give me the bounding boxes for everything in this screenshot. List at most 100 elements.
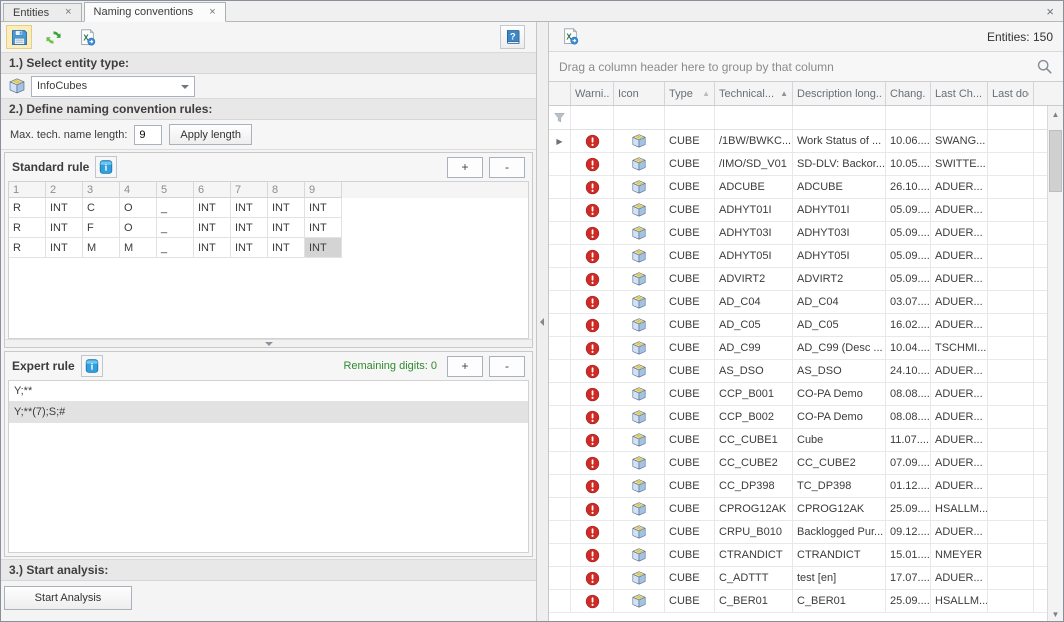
expert-rule-info-button[interactable]: i [81,355,103,377]
filter-cell[interactable] [988,106,1034,129]
refresh-button[interactable] [40,25,66,49]
standard-rule-cell[interactable]: INT [268,218,305,238]
scroll-down-icon[interactable]: ▼ [1048,606,1063,622]
start-analysis-button[interactable]: Start Analysis [4,586,132,610]
standard-rule-col-header[interactable]: 1 [9,182,46,198]
table-row[interactable]: CUBECC_DP398TC_DP39801.12....ADUER... [549,475,1063,498]
table-row[interactable]: CUBECCP_B001CO-PA Demo08.08....ADUER... [549,383,1063,406]
column-header-lastdoc[interactable]: Last doc. [988,82,1034,105]
table-row[interactable]: CUBECPROG12AKCPROG12AK25.09....HSALLM... [549,498,1063,521]
entity-type-dropdown[interactable]: InfoCubes [31,76,195,97]
standard-rule-cell[interactable]: INT [194,218,231,238]
table-row[interactable]: CUBE/IMO/SD_V01SD-DLV: Backor...10.05...… [549,153,1063,176]
tab-entities-close-icon[interactable]: × [65,7,71,18]
table-row[interactable]: CUBECCP_B002CO-PA Demo08.08....ADUER... [549,406,1063,429]
scroll-up-icon[interactable]: ▲ [1048,106,1063,122]
standard-rule-cell[interactable]: F [83,218,120,238]
table-row[interactable]: CUBEADVIRT2ADVIRT205.09....ADUER... [549,268,1063,291]
standard-rule-cell[interactable]: O [120,198,157,218]
help-button[interactable]: ? [500,25,525,49]
max-length-input[interactable] [134,125,162,145]
column-header-chang[interactable]: Chang... [886,82,931,105]
standard-rule-cell[interactable]: R [9,218,46,238]
standard-rule-cell[interactable]: INT [46,238,83,258]
standard-rule-cell[interactable]: INT [46,218,83,238]
scrollbar-thumb[interactable] [1049,130,1062,192]
standard-rule-cell[interactable]: INT [305,198,342,218]
filter-cell[interactable] [715,106,793,129]
column-header-lastch[interactable]: Last Ch... [931,82,988,105]
expert-rule-remove-button[interactable]: - [489,356,525,377]
standard-rule-collapse-splitter[interactable] [5,339,532,347]
vertical-scrollbar[interactable]: ▲ ▼ [1047,106,1063,622]
standard-rule-cell[interactable]: INT [305,218,342,238]
column-header-warni[interactable]: Warni... [571,82,614,105]
standard-rule-col-header[interactable]: 4 [120,182,157,198]
group-by-bar[interactable]: Drag a column header here to group by th… [549,52,1063,82]
standard-rule-cell[interactable]: _ [157,198,194,218]
filter-cell[interactable] [571,106,614,129]
table-row[interactable]: CUBECTRANDICTCTRANDICT15.01....NMEYER [549,544,1063,567]
standard-rule-col-header[interactable]: 2 [46,182,83,198]
standard-rule-cell[interactable]: INT [231,198,268,218]
standard-rule-cell[interactable]: R [9,238,46,258]
filter-cell[interactable] [665,106,715,129]
standard-rule-remove-button[interactable]: - [489,157,525,178]
table-row[interactable]: ▶CUBE/1BW/BWKC...Work Status of ...10.06… [549,130,1063,153]
column-header-technical[interactable]: Technical...▲ [715,82,793,105]
standard-rule-cell[interactable]: INT [194,238,231,258]
standard-rule-cell[interactable]: INT [46,198,83,218]
column-header-type[interactable]: Type▲ [665,82,715,105]
standard-rule-cell[interactable]: _ [157,218,194,238]
table-row[interactable]: CUBECC_CUBE1Cube11.07....ADUER... [549,429,1063,452]
tab-naming-conventions[interactable]: Naming conventions × [84,2,226,22]
column-header-descriptionlong[interactable]: Description long... [793,82,886,105]
table-row[interactable]: CUBEADHYT03IADHYT03I05.09....ADUER... [549,222,1063,245]
standard-rule-add-button[interactable]: + [447,157,483,178]
tab-entities[interactable]: Entities × [3,3,82,21]
table-row[interactable]: CUBECRPU_B010Backlogged Pur...09.12....A… [549,521,1063,544]
standard-rule-cell[interactable]: INT [194,198,231,218]
standard-rule-info-button[interactable]: i [95,156,117,178]
standard-rule-cell[interactable]: INT [268,238,305,258]
standard-rule-col-header[interactable]: 5 [157,182,194,198]
standard-rule-col-header[interactable]: 6 [194,182,231,198]
standard-rule-cell[interactable]: INT [231,238,268,258]
tab-naming-conventions-close-icon[interactable]: × [209,7,215,18]
save-button[interactable] [6,25,32,49]
export-excel-button[interactable]: X [74,25,100,49]
table-row[interactable]: CUBEADHYT05IADHYT05I05.09....ADUER... [549,245,1063,268]
expert-rule-row[interactable]: Y;** [9,381,528,402]
table-row[interactable]: CUBEAD_C99AD_C99 (Desc ...10.04....TSCHM… [549,337,1063,360]
search-icon[interactable] [1036,58,1053,75]
table-row[interactable]: CUBEAD_C05AD_C0516.02....ADUER... [549,314,1063,337]
standard-rule-col-header[interactable]: 7 [231,182,268,198]
table-row[interactable]: CUBEADCUBEADCUBE26.10....ADUER... [549,176,1063,199]
column-header-icon[interactable]: Icon [614,82,665,105]
standard-rule-col-header[interactable]: 8 [268,182,305,198]
table-row[interactable]: CUBEAS_DSOAS_DSO24.10....ADUER... [549,360,1063,383]
standard-rule-cell[interactable]: M [83,238,120,258]
standard-rule-col-header[interactable]: 3 [83,182,120,198]
standard-rule-cell[interactable]: INT [268,198,305,218]
filter-cell[interactable] [886,106,931,129]
standard-rule-cell[interactable]: R [9,198,46,218]
standard-rule-cell[interactable]: INT [305,238,342,258]
standard-rule-cell[interactable]: _ [157,238,194,258]
table-row[interactable]: CUBEC_ADTTTtest [en]17.07....ADUER... [549,567,1063,590]
table-row[interactable]: CUBEC_BER01C_BER0125.09....HSALLM... [549,590,1063,613]
expert-rule-add-button[interactable]: + [447,356,483,377]
apply-length-button[interactable]: Apply length [169,124,252,145]
standard-rule-cell[interactable]: INT [231,218,268,238]
standard-rule-cell[interactable]: M [120,238,157,258]
filter-cell[interactable] [614,106,665,129]
standard-rule-cell[interactable]: C [83,198,120,218]
panel-splitter[interactable] [537,22,549,622]
filter-cell[interactable] [931,106,988,129]
standard-rule-cell[interactable]: O [120,218,157,238]
table-row[interactable]: CUBEADHYT01IADHYT01I05.09....ADUER... [549,199,1063,222]
standard-rule-col-header[interactable]: 9 [305,182,342,198]
grid-export-excel-button[interactable]: X [557,25,583,49]
expert-rule-row[interactable]: Y;**(7);S;# [9,402,528,423]
tabstrip-close-icon[interactable]: × [1046,4,1054,19]
